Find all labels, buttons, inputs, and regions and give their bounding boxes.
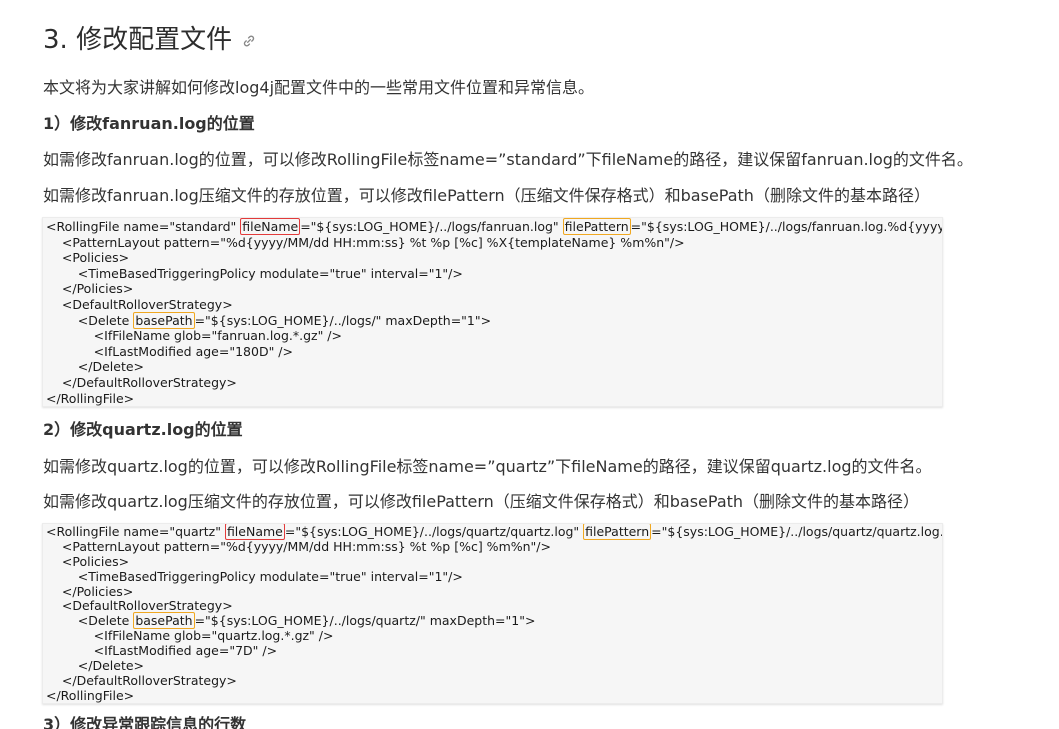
highlight-filename: fileName: [240, 218, 301, 235]
highlight-filename: fileName: [224, 524, 285, 540]
paragraph-quartz-compress: 如需修改quartz.log压缩文件的存放位置，可以修改filePattern（…: [43, 492, 920, 511]
highlight-basepath: basePath: [133, 311, 195, 329]
paragraph-fanruan-location: 如需修改fanruan.log的位置，可以修改RollingFile标签name…: [43, 150, 973, 169]
code-line: <PatternLayout pattern="%d{yyyy/MM/dd HH…: [46, 538, 551, 554]
code-line: </Delete>: [46, 359, 145, 375]
subsection-title-exception: 3）修改异常跟踪信息的行数: [43, 715, 247, 729]
code-line: <Policies>: [46, 250, 130, 266]
section-heading-text: 3. 修改配置文件: [43, 25, 233, 55]
section-heading: 3. 修改配置文件: [43, 20, 256, 60]
code-line: </DefaultRolloverStrategy>: [46, 374, 237, 390]
code-line: </Policies>: [46, 281, 134, 297]
highlight-filepattern: filePattern: [562, 218, 631, 235]
code-line: </RollingFile>: [46, 687, 135, 703]
code-line: <IfFileName glob="quartz.log.*.gz" />: [46, 628, 334, 644]
code-line: </RollingFile>: [46, 390, 135, 406]
code-line: <RollingFile name="standard" fileName ="$…: [46, 218, 943, 235]
code-line: </Delete>: [46, 658, 145, 674]
code-line: <TimeBasedTriggeringPolicy modulate="tru…: [46, 265, 463, 281]
code-block-fanruan: <RollingFile name="standard" fileName ="$…: [42, 217, 943, 407]
highlight-basepath: basePath: [133, 612, 195, 630]
link-icon[interactable]: [242, 34, 256, 48]
code-line: <Delete basePath ="${sys:LOG_HOME}/../log…: [46, 311, 492, 329]
document-page: 3. 修改配置文件 本文将为大家讲解如何修改log4j配置文件中的一些常用文件位…: [0, 0, 1059, 729]
code-block-quartz: <RollingFile name="quartz" fileName ="${s…: [42, 523, 943, 704]
subsection-title-quartz: 2）修改quartz.log的位置: [43, 420, 243, 439]
highlight-filepattern: filePattern: [583, 524, 652, 540]
code-line: <DefaultRolloverStrategy>: [46, 296, 233, 312]
paragraph-quartz-location: 如需修改quartz.log的位置，可以修改RollingFile标签name=…: [43, 457, 932, 476]
code-line: </Policies>: [46, 583, 134, 599]
intro-paragraph: 本文将为大家讲解如何修改log4j配置文件中的一些常用文件位置和异常信息。: [43, 78, 595, 97]
code-line: <Policies>: [46, 553, 130, 569]
code-line: <RollingFile name="quartz" fileName ="${s…: [46, 524, 943, 540]
code-line: <Delete basePath ="${sys:LOG_HOME}/../log…: [46, 612, 536, 630]
code-line: <IfFileName glob="fanruan.log.*.gz" />: [46, 328, 342, 344]
code-line: </DefaultRolloverStrategy>: [46, 672, 237, 688]
code-line: <TimeBasedTriggeringPolicy modulate="tru…: [46, 568, 463, 584]
code-line: <PatternLayout pattern="%d{yyyy/MM/dd HH…: [46, 234, 685, 250]
subsection-title-fanruan: 1）修改fanruan.log的位置: [43, 114, 255, 133]
code-line: <IfLastModified age="7D" />: [46, 643, 278, 659]
code-line: <IfLastModified age="180D" />: [46, 343, 293, 359]
paragraph-fanruan-compress: 如需修改fanruan.log压缩文件的存放位置，可以修改filePattern…: [43, 186, 930, 205]
